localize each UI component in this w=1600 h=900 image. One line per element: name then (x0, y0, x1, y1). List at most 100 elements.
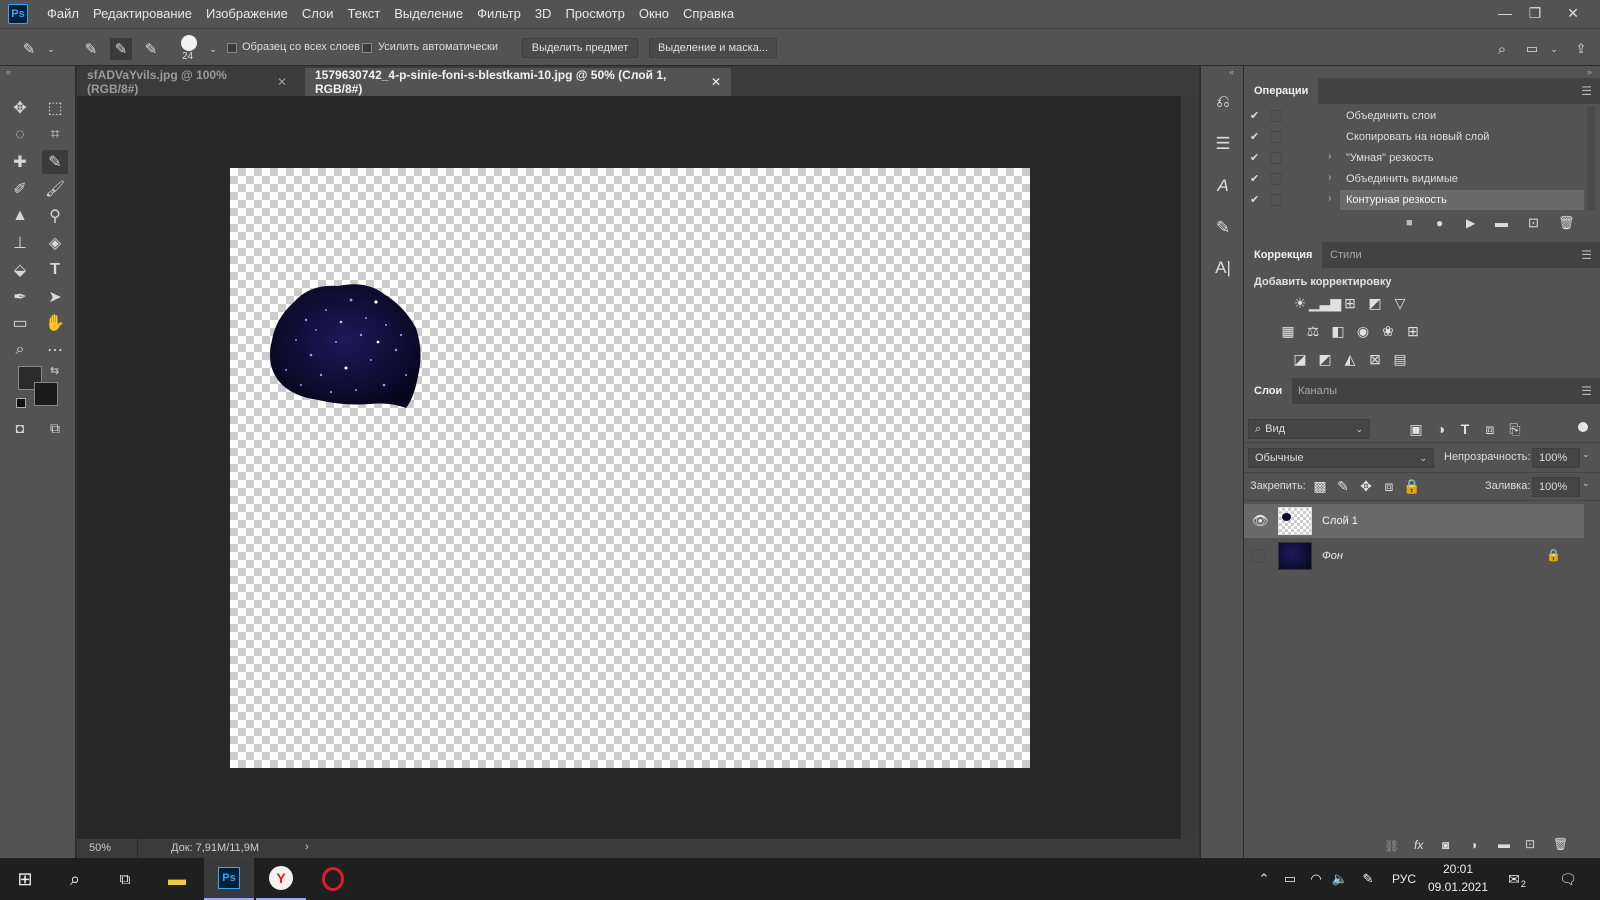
action-center-icon[interactable]: 🗨 (1548, 858, 1588, 900)
photoshop-taskbar-icon[interactable]: Ps (204, 858, 254, 900)
glyphs-icon[interactable]: A (1211, 174, 1235, 198)
vibrance-icon[interactable]: ▽ (1390, 294, 1410, 312)
menu-filter[interactable]: Фильтр (470, 0, 528, 28)
invert-icon[interactable]: ◪ (1290, 350, 1310, 368)
operations-scrollbar[interactable] (1587, 106, 1595, 210)
background-color-swatch[interactable] (34, 382, 58, 406)
dialog-toggle[interactable] (1270, 152, 1282, 164)
dodge-tool-icon[interactable]: ⚲ (42, 204, 68, 228)
check-icon[interactable]: ✔ (1250, 193, 1259, 206)
document-canvas[interactable] (230, 168, 1030, 768)
panel-menu-icon[interactable]: ☰ (1581, 384, 1592, 398)
filter-smart-object-icon[interactable]: ⎘ (1505, 420, 1525, 438)
restore-icon[interactable]: ❐ (1520, 0, 1550, 26)
new-group-icon[interactable]: ▬ (1498, 837, 1510, 851)
dialog-toggle[interactable] (1270, 194, 1282, 206)
chevron-down-icon[interactable]: ⌄ (40, 38, 62, 60)
check-icon[interactable]: ✔ (1250, 172, 1259, 185)
lock-pixels-icon[interactable]: ✎ (1333, 477, 1353, 495)
lock-artboard-icon[interactable]: ⧈ (1379, 477, 1399, 495)
zoom-level[interactable]: 50% (89, 842, 111, 854)
tab-operations[interactable]: Операции (1244, 78, 1319, 104)
hand-tool-icon[interactable]: ✋ (42, 311, 68, 335)
collapse-strip-icon[interactable]: « (1229, 67, 1234, 77)
clock-date[interactable]: 09.01.2021 (1424, 880, 1492, 894)
quick-mask-icon[interactable]: ◘ (7, 416, 33, 440)
rectangle-tool-icon[interactable]: ▭ (7, 311, 33, 335)
check-icon[interactable]: ✔ (1250, 151, 1259, 164)
panel-menu-icon[interactable]: ☰ (1581, 84, 1592, 98)
fill-chevron-icon[interactable]: ⌄ (1582, 478, 1590, 489)
tab-styles[interactable]: Стили (1320, 242, 1372, 268)
list-item[interactable]: ✔ › Объединить видимые (1244, 169, 1584, 189)
menu-file[interactable]: Файл (40, 0, 86, 28)
menu-text[interactable]: Текст (341, 0, 388, 28)
notifications-badge-icon[interactable]: ✉ 2 (1500, 858, 1534, 900)
new-action-icon[interactable]: ⊡ (1528, 215, 1539, 231)
status-menu-chevron-icon[interactable]: › (305, 841, 309, 853)
exposure-icon[interactable]: ◩ (1365, 294, 1385, 312)
input-language[interactable]: РУС (1388, 858, 1420, 900)
menu-edit[interactable]: Редактирование (86, 0, 199, 28)
channel-mixer-icon[interactable]: ❀ (1378, 322, 1398, 340)
tray-chevron-icon[interactable]: ⌃ (1252, 858, 1276, 900)
tab-document-2[interactable]: 1579630742_4-p-sinie-foni-s-blestkami-10… (305, 68, 731, 96)
tab-adjustments[interactable]: Коррекция (1244, 242, 1323, 268)
hue-saturation-icon[interactable]: ▦ (1278, 322, 1298, 340)
filter-adjustment-icon[interactable]: ◑ (1431, 420, 1451, 438)
volume-icon[interactable]: 🔈 (1328, 858, 1352, 900)
levels-icon[interactable]: ▁▃▆ (1309, 294, 1341, 312)
select-and-mask-button[interactable]: Выделение и маска... (649, 38, 777, 58)
check-icon[interactable]: ✔ (1250, 109, 1259, 122)
layer-name[interactable]: Фон (1322, 550, 1343, 562)
layer-filter-select[interactable]: ⌕ Вид ⌄ (1248, 419, 1370, 439)
more-tools-icon[interactable]: ⋯ (42, 338, 68, 362)
layer-row-2[interactable]: Фон 🔒 (1244, 539, 1584, 573)
expand-icon[interactable]: › (1328, 172, 1331, 183)
start-icon[interactable]: ⊞ (0, 858, 50, 900)
layer-name[interactable]: Слой 1 (1322, 515, 1358, 527)
curves-icon[interactable]: ⊞ (1340, 294, 1360, 312)
fx-icon[interactable]: fx (1414, 838, 1423, 852)
blend-mode-select[interactable]: Обычные ⌄ (1248, 448, 1434, 468)
minimize-icon[interactable]: — (1490, 0, 1520, 26)
eye-icon[interactable]: 👁 (1252, 513, 1269, 529)
history-icon[interactable]: ⎌ (1211, 90, 1235, 114)
new-adjustment-layer-icon[interactable]: ◑ (1470, 838, 1477, 852)
workspace-icon[interactable]: ▭ (1521, 38, 1543, 60)
brush-tool-icon[interactable]: 🖌 (42, 177, 68, 201)
battery-icon[interactable]: ▭ (1278, 858, 1302, 900)
threshold-icon[interactable]: ◭ (1340, 350, 1360, 368)
pen-tool-icon[interactable]: ✒ (7, 285, 33, 309)
auto-enhance-checkbox[interactable] (362, 43, 372, 53)
opacity-input[interactable]: 100% (1532, 448, 1580, 468)
search-icon[interactable]: ⌕ (50, 858, 100, 900)
menu-image[interactable]: Изображение (199, 0, 295, 28)
stop-icon[interactable]: ■ (1406, 217, 1413, 229)
delete-layer-icon[interactable]: 🗑 (1553, 837, 1568, 851)
paint-bucket-tool-icon[interactable]: ⬙ (7, 258, 33, 282)
healing-tool-icon[interactable]: ✚ (7, 150, 33, 174)
lasso-tool-icon[interactable]: ◌ (7, 123, 33, 147)
collapse-tools-icon[interactable]: « (6, 67, 11, 77)
screen-mode-icon[interactable]: ⧉ (42, 416, 68, 440)
eraser-tool-icon[interactable]: ◈ (42, 231, 68, 255)
sharpen-tool-icon[interactable]: ▲ (7, 204, 33, 228)
list-item[interactable]: ✔ › Контурная резкость (1244, 190, 1584, 210)
add-selection-brush-icon[interactable]: ✎ (110, 38, 132, 60)
selective-color-icon[interactable]: ⊠ (1365, 350, 1385, 368)
brightness-icon[interactable]: ☀ (1290, 294, 1310, 312)
filter-toggle-icon[interactable] (1578, 422, 1588, 432)
tab-document-1[interactable]: sfADVaYvils.jpg @ 100% (RGB/8#) ✕ (77, 68, 297, 96)
panel-menu-icon[interactable]: ☰ (1581, 248, 1592, 262)
expand-icon[interactable]: › (1328, 151, 1331, 162)
menu-3d[interactable]: 3D (528, 0, 559, 28)
tab-layers[interactable]: Слои (1244, 378, 1293, 404)
list-item[interactable]: ✔ › "Умная" резкость (1244, 148, 1584, 168)
record-icon[interactable]: ● (1436, 216, 1443, 230)
expand-icon[interactable]: › (1328, 193, 1331, 204)
lock-position-icon[interactable]: ✥ (1356, 477, 1376, 495)
crop-tool-icon[interactable]: ⌗ (42, 123, 68, 147)
gradient-map-icon[interactable]: ▤ (1390, 350, 1410, 368)
brush-chevron-icon[interactable]: ⌄ (202, 38, 224, 60)
